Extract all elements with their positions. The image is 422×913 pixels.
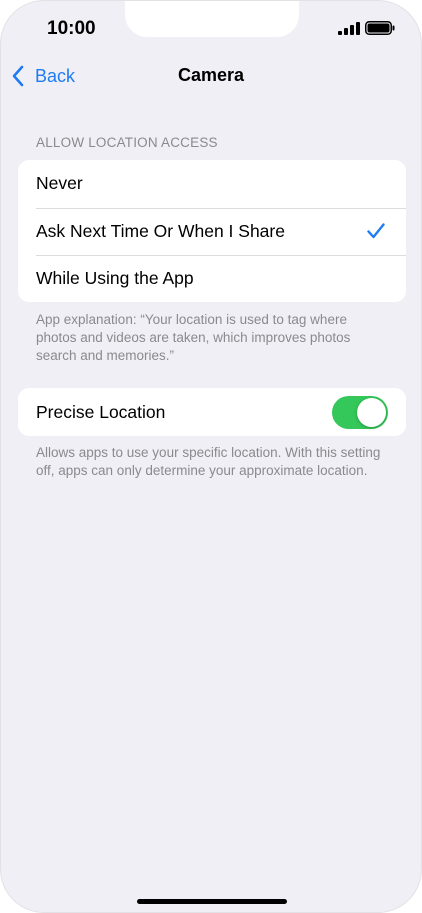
toggle-knob (357, 398, 386, 427)
precise-location-row: Precise Location (18, 388, 406, 436)
page-title: Camera (177, 65, 245, 85)
phone-screen: 10:00 Back Camera ALLOW LOCATION ACCESS … (0, 0, 422, 913)
location-access-header: ALLOW LOCATION ACCESS (36, 135, 218, 150)
battery-icon (365, 21, 395, 35)
status-time: 10:00 (47, 18, 96, 39)
home-indicator[interactable] (137, 899, 287, 904)
location-access-options: Never Ask Next Time Or When I Share Whil… (18, 160, 406, 302)
option-label: While Using the App (36, 268, 194, 289)
precise-location-label: Precise Location (36, 401, 166, 422)
cellular-signal-icon (338, 22, 360, 35)
app-explanation-footnote: App explanation: “Your location is used … (36, 312, 351, 363)
option-label: Ask Next Time Or When I Share (36, 220, 285, 241)
precise-location-footnote: Allows apps to use your specific locatio… (36, 445, 381, 478)
option-ask-next-time[interactable]: Ask Next Time Or When I Share (18, 207, 406, 256)
option-never[interactable]: Never (18, 160, 406, 208)
option-while-using[interactable]: While Using the App (18, 255, 406, 302)
option-label: Never (36, 173, 83, 194)
notch (125, 1, 299, 37)
checkmark-icon (367, 222, 385, 238)
precise-location-group: Precise Location (18, 388, 406, 436)
precise-location-toggle[interactable] (332, 396, 388, 429)
